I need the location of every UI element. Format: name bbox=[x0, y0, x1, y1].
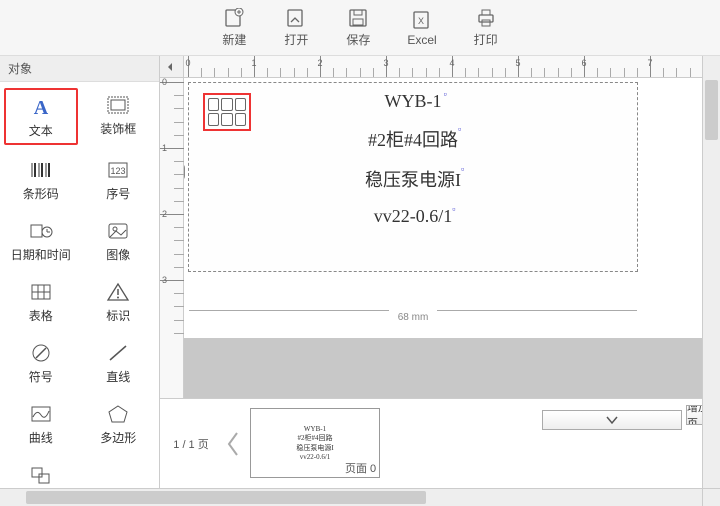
canvas-background bbox=[184, 338, 702, 398]
curve-icon bbox=[26, 401, 56, 427]
palette-image[interactable]: 图像 bbox=[82, 214, 156, 267]
label-line-2[interactable]: #2柜#4回路▫ bbox=[189, 126, 637, 152]
palette: A 文本 装饰框 条形码 123 序号 日期和时间 bbox=[0, 82, 159, 506]
excel-icon: X bbox=[409, 9, 435, 31]
open-button[interactable]: 打开 bbox=[283, 7, 309, 48]
text-icon: A bbox=[26, 94, 56, 120]
page-dropdown[interactable] bbox=[542, 410, 682, 430]
svg-text:X: X bbox=[418, 16, 424, 26]
dimension-line-right bbox=[437, 310, 637, 311]
warning-icon bbox=[103, 279, 133, 305]
label-line-4[interactable]: vv22-0.6/1▫ bbox=[189, 206, 637, 227]
scrollbar-thumb[interactable] bbox=[705, 80, 718, 140]
palette-curve[interactable]: 曲线 bbox=[4, 397, 78, 450]
import-icon bbox=[26, 462, 56, 488]
palette-table[interactable]: 表格 bbox=[4, 275, 78, 328]
palette-sequence[interactable]: 123 序号 bbox=[82, 153, 156, 206]
new-button[interactable]: 新建 bbox=[221, 7, 247, 48]
open-icon bbox=[283, 7, 309, 29]
svg-text:A: A bbox=[34, 97, 49, 118]
frame-icon bbox=[103, 92, 133, 118]
top-toolbar: 新建 打开 保存 X Excel 打印 bbox=[0, 0, 720, 56]
vertical-scrollbar[interactable] bbox=[702, 56, 720, 488]
sequence-icon: 123 bbox=[103, 157, 133, 183]
palette-frame[interactable]: 装饰框 bbox=[82, 88, 156, 145]
palette-symbol[interactable]: 符号 bbox=[4, 336, 78, 389]
ruler-vertical[interactable]: 0123 bbox=[160, 78, 184, 398]
chevron-down-icon bbox=[605, 415, 619, 425]
palette-polygon[interactable]: 多边形 bbox=[82, 397, 156, 450]
excel-button[interactable]: X Excel bbox=[407, 9, 436, 47]
page-strip: 1 / 1 页 WYB-1 #2柜#4回路 稳压泵电源I vv22-0.6/1 … bbox=[160, 398, 702, 488]
new-icon bbox=[221, 7, 247, 29]
barcode-icon bbox=[26, 157, 56, 183]
sidebar-title: 对象 bbox=[0, 56, 159, 82]
ruler-horizontal[interactable]: 01234567 bbox=[184, 56, 702, 78]
polygon-icon bbox=[103, 401, 133, 427]
label-design[interactable]: WYB-1▫ #2柜#4回路▫ 稳压泵电源I▫ vv22-0.6/1▫ 68 m… bbox=[188, 82, 638, 272]
palette-line[interactable]: 直线 bbox=[82, 336, 156, 389]
canvas[interactable]: WYB-1▫ #2柜#4回路▫ 稳压泵电源I▫ vv22-0.6/1▫ 68 m… bbox=[184, 78, 702, 398]
label-hole-marker bbox=[184, 163, 185, 181]
ruler-origin-toggle[interactable] bbox=[160, 56, 184, 78]
palette-datetime[interactable]: 日期和时间 bbox=[4, 214, 78, 267]
thumbnail-caption: 页面 0 bbox=[345, 460, 376, 476]
horizontal-scrollbar[interactable] bbox=[0, 488, 702, 506]
palette-warning[interactable]: 标识 bbox=[82, 275, 156, 328]
image-icon bbox=[103, 218, 133, 244]
save-icon bbox=[345, 7, 371, 29]
palette-barcode[interactable]: 条形码 bbox=[4, 153, 78, 206]
scrollbar-thumb[interactable] bbox=[26, 491, 426, 504]
dimension-line-left bbox=[189, 310, 389, 311]
svg-text:123: 123 bbox=[111, 166, 126, 176]
line-icon bbox=[103, 340, 133, 366]
label-line-1[interactable]: WYB-1▫ bbox=[189, 91, 637, 112]
save-button[interactable]: 保存 bbox=[345, 7, 371, 48]
print-button[interactable]: 打印 bbox=[473, 7, 499, 48]
palette-text[interactable]: A 文本 bbox=[4, 88, 78, 145]
page-counter: 1 / 1 页 bbox=[160, 436, 216, 452]
prev-page-button[interactable] bbox=[216, 414, 250, 474]
dimension-label: 68 mm bbox=[189, 312, 637, 323]
object-sidebar: 对象 A 文本 装饰框 条形码 123 序号 bbox=[0, 56, 160, 506]
editor-area: 01234567 0123 WYB-1▫ #2柜#4回路▫ 稳压泵电源I▫ vv… bbox=[160, 56, 720, 506]
scroll-corner bbox=[702, 488, 720, 506]
symbol-icon bbox=[26, 340, 56, 366]
print-icon bbox=[473, 7, 499, 29]
datetime-icon bbox=[26, 218, 56, 244]
table-icon bbox=[26, 279, 56, 305]
label-line-3[interactable]: 稳压泵电源I▫ bbox=[189, 166, 637, 192]
